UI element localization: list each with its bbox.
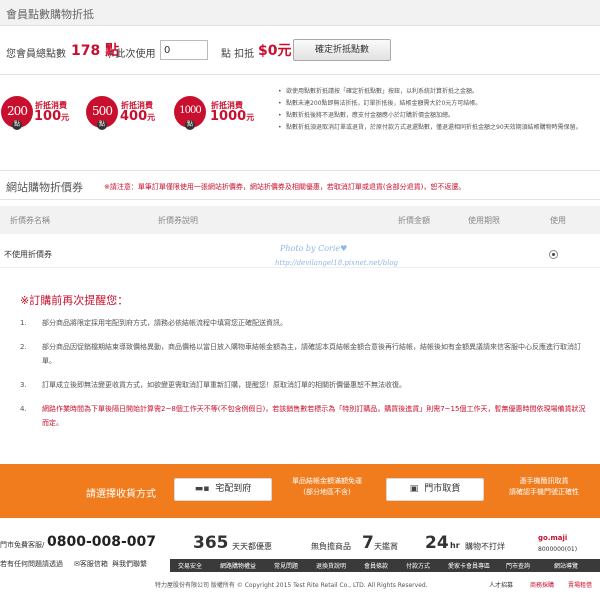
truck-icon: ▬▪ bbox=[194, 484, 210, 494]
jobs-link[interactable]: 人才招募 bbox=[489, 580, 513, 589]
promo-worry-text: 無負擔商品 bbox=[311, 542, 351, 551]
list-item: 1. 部分商品將限定採用宅配到府方式，請務必依結帳流程中填寫您正確配送資訊。 bbox=[20, 319, 287, 327]
footer-nav-item[interactable]: 愛家卡會員專區 bbox=[448, 561, 490, 570]
shipping-bar: 請選擇收貨方式 ▬▪ 宅配到府 單品結帳金額滿額免運 (部分地區不含) ▣ 門市取貨… bbox=[0, 464, 600, 518]
home-delivery-note: 單品結帳金額滿額免運 (部分地區不含) bbox=[292, 477, 362, 496]
home-delivery-button[interactable]: ▬▪ 宅配到府 bbox=[174, 478, 272, 501]
footer-nav-item[interactable]: 退換貨說明 bbox=[316, 561, 346, 570]
divider bbox=[0, 74, 600, 75]
tier-badge: 500 點 bbox=[86, 96, 118, 130]
gomaji-badge: go.maji 8000000(01) bbox=[538, 532, 600, 556]
no-coupon-radio[interactable] bbox=[549, 250, 558, 259]
col-coupon-expiry: 使用期限 bbox=[468, 216, 500, 225]
coupon-note: ※請注意：單筆訂單僅限使用一張網站折價券，網站折價券及相關優惠，若取消訂單或退貨… bbox=[104, 183, 466, 191]
rule-item: 欲使用點數折抵請按「確定折抵點數」按鈕，以利系統計算折抵之金額。 bbox=[278, 86, 596, 98]
footer-nav-item[interactable]: 網路購物權益 bbox=[220, 561, 256, 570]
gomaji-logo: go.maji bbox=[538, 534, 568, 542]
coupon-table-header: 折價券名稱 折價券說明 折價金額 使用期限 使用 bbox=[0, 206, 600, 234]
promo-days-num: 365 bbox=[193, 533, 229, 553]
no-coupon-label: 不使用折價券 bbox=[4, 250, 52, 259]
col-coupon-amount: 折價金額 bbox=[398, 216, 430, 225]
contact-question: 若有任何問題請透過 bbox=[0, 560, 63, 568]
use-points-input[interactable] bbox=[160, 40, 208, 60]
coupon-header: 網站購物折價券 ※請注意：單筆訂單僅限使用一張網站折價券，網站折價券及相關優惠，… bbox=[0, 170, 600, 200]
service-phone: 0800-008-007 bbox=[47, 534, 157, 550]
footer-nav-item[interactable]: 交易安全 bbox=[178, 561, 202, 570]
promo-hours-unit: hr bbox=[450, 541, 460, 550]
total-points-label: 您會員總點數 bbox=[6, 49, 66, 60]
section-header: 會員點數購物折抵 bbox=[0, 0, 600, 26]
footer-nav: 交易安全 網路購物權益 常見問題 退換貨說明 會員條款 付款方式 愛家卡會員專區… bbox=[170, 559, 600, 572]
coupon-title: 網站購物折價券 bbox=[6, 181, 83, 194]
tier-badge: 1000 點 bbox=[174, 96, 206, 130]
points-row: 您會員總點數 178 點 / 此次使用 點 扣抵 $0元 確定折抵點數 bbox=[0, 38, 600, 64]
promo-worry-num: 7 bbox=[362, 533, 374, 553]
footer-nav-item[interactable]: 門市查詢 bbox=[506, 561, 530, 570]
confirm-points-button[interactable]: 確定折抵點數 bbox=[293, 39, 391, 61]
store-pickup-label: 門市取貨 bbox=[424, 484, 461, 494]
service-label: 門市免費客服/ bbox=[0, 541, 45, 549]
promo-hours-num: 24 bbox=[425, 533, 449, 553]
footer-nav-item[interactable]: 常見問題 bbox=[274, 561, 298, 570]
use-points-label: / 此次使用 bbox=[109, 49, 156, 60]
rule-item: 點數未達200點即無法折抵，訂單折抵後，結帳金額需大於0元方可結帳。 bbox=[278, 98, 596, 110]
rule-item: 點數折抵後將不退點數，應支付金額應小於訂購折價金額加總。 bbox=[278, 110, 596, 122]
promo-worry-unit: 天鑑賞 bbox=[374, 542, 398, 551]
tier-badge: 200 點 bbox=[1, 96, 33, 130]
contact-us-link[interactable]: 與我們聯繫 bbox=[112, 559, 147, 569]
col-coupon-use: 使用 bbox=[550, 216, 566, 225]
reminder-title: ※訂購前再次提醒您： bbox=[20, 294, 129, 307]
footer-nav-item[interactable]: 會員條款 bbox=[364, 561, 388, 570]
copyright-bar: 特力屋股份有限公司 版權所有 © Copyright 2015 Test Rit… bbox=[0, 578, 600, 592]
col-coupon-name: 折價券名稱 bbox=[10, 216, 50, 225]
points-rules-list: 欲使用點數折抵請按「確定折抵點數」按鈕，以利系統計算折抵之金額。 點數未達200… bbox=[278, 86, 596, 134]
tier-value: 100元 bbox=[34, 109, 70, 124]
mall-rental-link[interactable]: 賣場租借 bbox=[568, 580, 592, 589]
promo-hours-text: 購物不打烊 bbox=[465, 542, 505, 551]
store-pickup-note: 憑手機簡訊取貨 請確認手機門號正確性 bbox=[509, 477, 579, 496]
footer-promo: 門市免費客服/ 0800-008-007 365 天天都優惠 無負擔商品 7 天… bbox=[0, 529, 600, 559]
business-link[interactable]: 商務採購 bbox=[530, 580, 554, 589]
col-coupon-desc: 折價券說明 bbox=[158, 216, 198, 225]
rule-item: 點數折抵須退取消訂單或退貨，於原付款方式退還點數，僅退還相同折抵金額之90天效期… bbox=[278, 122, 596, 134]
footer-nav-item[interactable]: 網站導覽 bbox=[554, 561, 578, 570]
copyright-text: 特力屋股份有限公司 版權所有 © Copyright 2015 Test Rit… bbox=[155, 582, 428, 589]
reminder-list: 1. 部分商品將限定採用宅配到府方式，請務必依結帳流程中填寫您正確配送資訊。 2… bbox=[20, 316, 588, 440]
section-title: 會員點數購物折抵 bbox=[6, 8, 94, 21]
store-pickup-button[interactable]: ▣ 門市取貨 bbox=[386, 478, 484, 501]
tier-value: 400元 bbox=[120, 109, 156, 124]
list-item: 3. 訂單成立後即無法變更收貨方式，如欲變更需取消訂單重新訂購，提醒您！原取消訂… bbox=[20, 381, 406, 389]
service-mail-link[interactable]: ✉客服信箱 bbox=[74, 559, 108, 569]
discount-amount: $0元 bbox=[258, 43, 292, 59]
promo-days-text: 天天都優惠 bbox=[232, 542, 272, 551]
discount-label: 點 扣抵 bbox=[221, 49, 255, 60]
watermark-line1: Photo by Corie♥ bbox=[280, 244, 348, 253]
tier-value: 1000元 bbox=[210, 109, 255, 124]
list-item: 2. 部分商品因促銷檔期結束導致價格異動，商品價格以當日放入購物車結帳金額為主，… bbox=[20, 343, 581, 365]
footer-nav-item[interactable]: 付款方式 bbox=[406, 561, 430, 570]
gomaji-number: 8000000(01) bbox=[538, 546, 578, 553]
home-delivery-label: 宅配到府 bbox=[215, 484, 252, 494]
watermark-line2: http://devilangel18.pixnet.net/blog bbox=[275, 259, 399, 267]
shipping-label: 請選擇收貨方式 bbox=[86, 489, 156, 500]
list-item: 4. 網路作業時間為下單後隔日開始計算需2~8個工作天不等(不包含例假日)，若該… bbox=[20, 405, 586, 427]
store-icon: ▣ bbox=[409, 484, 419, 494]
